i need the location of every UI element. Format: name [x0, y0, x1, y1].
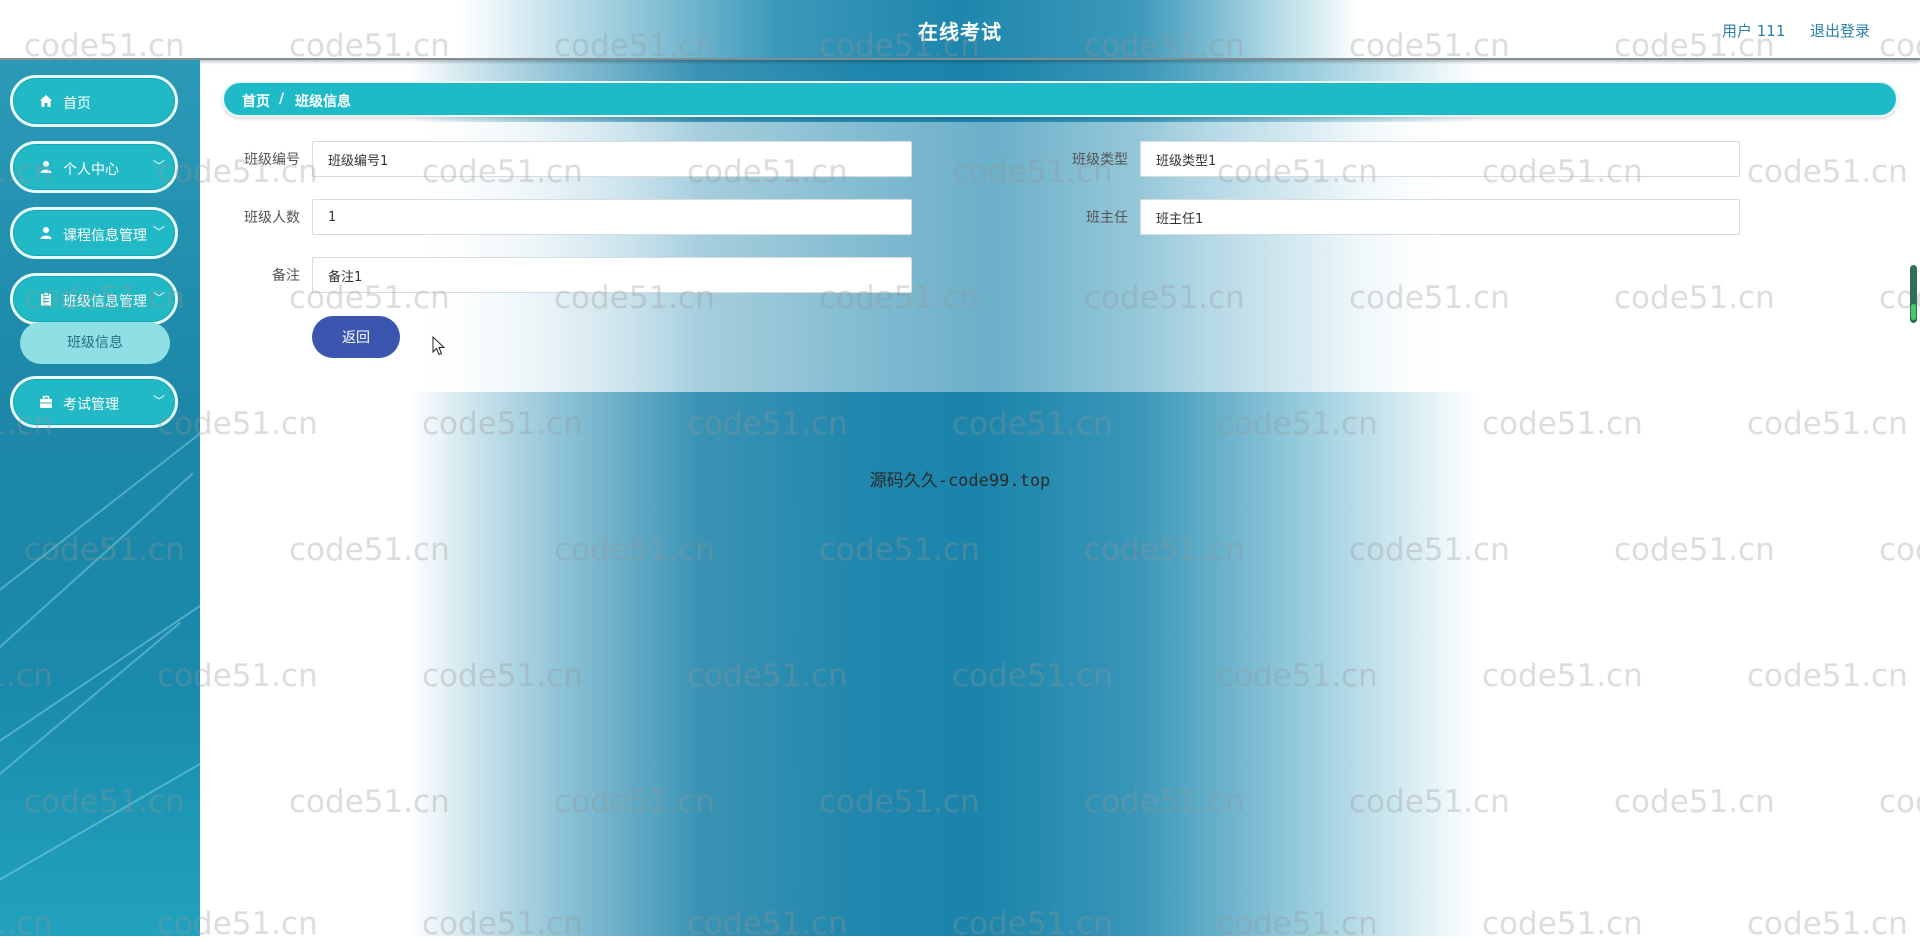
- sidebar-item-label: 考试管理: [63, 397, 119, 413]
- user-icon: [40, 161, 52, 173]
- sidebar-subitem-class-info[interactable]: 班级信息: [20, 322, 170, 364]
- logout-link[interactable]: 退出登录: [1810, 20, 1870, 41]
- user-icon: [40, 227, 52, 239]
- chevron-down-icon: ﹀: [152, 159, 165, 173]
- class-type-label: 班级类型: [1072, 152, 1128, 168]
- chevron-down-icon: ﹀: [152, 394, 165, 408]
- sidebar-item-exam-management[interactable]: 考试管理 ﹀: [10, 376, 178, 428]
- sidebar-decoration: [0, 570, 200, 762]
- back-button[interactable]: 返回: [312, 316, 400, 358]
- sidebar-decoration: [0, 621, 182, 842]
- scrollbar[interactable]: [1910, 265, 1917, 323]
- app-title: 在线考试: [918, 20, 1002, 44]
- sidebar-item-course-management[interactable]: 课程信息管理 ﹀: [10, 207, 178, 259]
- sidebar-item-home[interactable]: 首页: [10, 75, 178, 127]
- head-teacher-field[interactable]: [1140, 199, 1740, 235]
- sidebar-decoration: [0, 410, 200, 622]
- home-icon: [40, 95, 52, 107]
- class-no-label: 班级编号: [244, 152, 300, 168]
- head-teacher-label: 班主任: [1086, 210, 1128, 226]
- mouse-cursor-icon: [432, 336, 446, 356]
- breadcrumb-home[interactable]: 首页: [242, 91, 270, 111]
- class-type-field[interactable]: [1140, 141, 1740, 177]
- briefcase-icon: [40, 395, 52, 408]
- current-user: 用户 111: [1722, 22, 1786, 40]
- breadcrumb-current: 班级信息: [295, 94, 351, 110]
- chevron-down-icon: ﹀: [152, 291, 165, 305]
- class-no-field[interactable]: [312, 141, 912, 177]
- sidebar-item-label: 班级信息管理: [63, 294, 147, 310]
- footer-text: 源码久久-code99.top: [869, 471, 1051, 491]
- sidebar-item-label: 首页: [63, 96, 91, 112]
- sidebar-item-label: 课程信息管理: [63, 228, 147, 244]
- sidebar-item-personal-center[interactable]: 个人中心 ﹀: [10, 141, 178, 193]
- top-header: 在线考试 用户 111 退出登录: [0, 0, 1920, 60]
- breadcrumb-separator: /: [279, 91, 285, 107]
- remark-label: 备注: [272, 268, 300, 284]
- clipboard-icon: [41, 292, 51, 306]
- class-size-label: 班级人数: [244, 210, 300, 226]
- class-size-field[interactable]: [312, 199, 912, 235]
- sidebar-item-label: 个人中心: [63, 162, 119, 178]
- sidebar-item-class-management[interactable]: 班级信息管理 ﹀: [10, 273, 178, 325]
- sidebar-decoration: [0, 472, 194, 702]
- chevron-down-icon: ﹀: [152, 225, 165, 239]
- breadcrumb: 首页 / 班级信息: [222, 81, 1898, 117]
- remark-field[interactable]: [312, 257, 912, 293]
